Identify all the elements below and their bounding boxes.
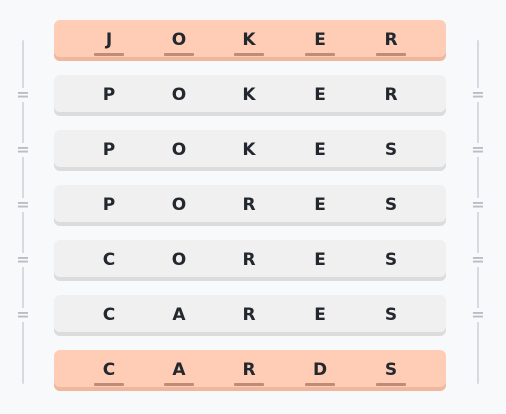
letter-tile: O (164, 185, 194, 226)
letter-tile: R (234, 295, 264, 336)
letter-tile: R (234, 350, 264, 391)
letter-tile: C (94, 240, 124, 281)
letter-tile: O (164, 20, 194, 61)
letter-tile: S (376, 295, 406, 336)
word-ladder-board: J O K E R P O K E R P O K E S P O R E S C O R E S C A R E S C A R D S = = = =… (0, 0, 506, 414)
letter-tile: O (164, 130, 194, 171)
letter-tile: S (376, 350, 406, 391)
equals-marker-right: = (469, 87, 487, 103)
letter: R (242, 305, 256, 325)
letter-underline (305, 53, 335, 56)
letter: K (242, 30, 256, 50)
equals-marker-right: = (469, 142, 487, 158)
letter-underline (305, 383, 335, 386)
letter-tile: R (376, 75, 406, 116)
ladder-step-row: PORES (54, 185, 446, 226)
letter-tile: E (305, 240, 335, 281)
ladder-step-row: POKER (54, 75, 446, 116)
equals-marker-left: = (14, 87, 32, 103)
letter-underline (234, 383, 264, 386)
letter: D (312, 360, 328, 380)
letter-tile: O (164, 240, 194, 281)
letter-tile: K (234, 75, 264, 116)
equals-marker-left: = (14, 142, 32, 158)
letter-tile: J (94, 20, 124, 61)
letter-underline (164, 53, 194, 56)
letter-tile: D (305, 350, 335, 391)
letter: E (314, 250, 326, 270)
equals-marker-right: = (469, 307, 487, 323)
letter: K (242, 140, 256, 160)
letter: R (242, 250, 256, 270)
letter-tile: E (305, 20, 335, 61)
letter: C (102, 305, 116, 325)
letter-tile: A (164, 295, 194, 336)
letter-tile: P (94, 75, 124, 116)
ladder-step-row: CORES (54, 240, 446, 281)
letter-tile: P (94, 185, 124, 226)
letter: J (105, 30, 113, 50)
equals-marker-left: = (14, 307, 32, 323)
letter: E (314, 140, 326, 160)
letter-tile: K (234, 20, 264, 61)
letter: R (384, 30, 398, 50)
letter: R (242, 195, 256, 215)
letter-underline (376, 53, 406, 56)
letter-underline (164, 383, 194, 386)
letter: S (384, 195, 398, 215)
letter: R (384, 85, 398, 105)
letter: P (102, 85, 116, 105)
letter: A (172, 360, 186, 380)
letter-tile: E (305, 130, 335, 171)
letter-tile: A (164, 350, 194, 391)
letter: C (102, 250, 116, 270)
letter: O (171, 195, 187, 215)
letter-tile: S (376, 185, 406, 226)
letter: P (102, 140, 116, 160)
letter-underline (94, 53, 124, 56)
ladder-step-row: POKES (54, 130, 446, 171)
letter-tile: R (376, 20, 406, 61)
letter-tile: P (94, 130, 124, 171)
letter-underline (376, 383, 406, 386)
letter-tile: E (305, 75, 335, 116)
letter-tile: O (164, 75, 194, 116)
letter-tile: C (94, 295, 124, 336)
target-word-row: CARDS (54, 350, 446, 391)
letter: E (314, 85, 326, 105)
letter: E (314, 30, 326, 50)
equals-marker-left: = (14, 252, 32, 268)
equals-marker-right: = (469, 252, 487, 268)
letter-tile: S (376, 240, 406, 281)
letter: P (102, 195, 116, 215)
letter-underline (234, 53, 264, 56)
start-word-row: JOKER (54, 20, 446, 61)
letter: O (171, 140, 187, 160)
letter-tile: R (234, 185, 264, 226)
equals-marker-right: = (469, 197, 487, 213)
letter: S (384, 250, 398, 270)
letter: O (171, 85, 187, 105)
letter: O (171, 250, 187, 270)
letter: S (384, 305, 398, 325)
letter: A (172, 305, 186, 325)
letter-tile: K (234, 130, 264, 171)
letter-tile: R (234, 240, 264, 281)
letter-tile: E (305, 295, 335, 336)
letter: S (384, 360, 398, 380)
equals-marker-left: = (14, 197, 32, 213)
letter: O (171, 30, 187, 50)
letter: R (242, 360, 256, 380)
letter-tile: S (376, 130, 406, 171)
letter: C (102, 360, 116, 380)
letter-tile: E (305, 185, 335, 226)
letter: E (314, 305, 326, 325)
letter: E (314, 195, 326, 215)
letter: K (242, 85, 256, 105)
ladder-step-row: CARES (54, 295, 446, 336)
letter-underline (94, 383, 124, 386)
letter-tile: C (94, 350, 124, 391)
letter: S (384, 140, 398, 160)
